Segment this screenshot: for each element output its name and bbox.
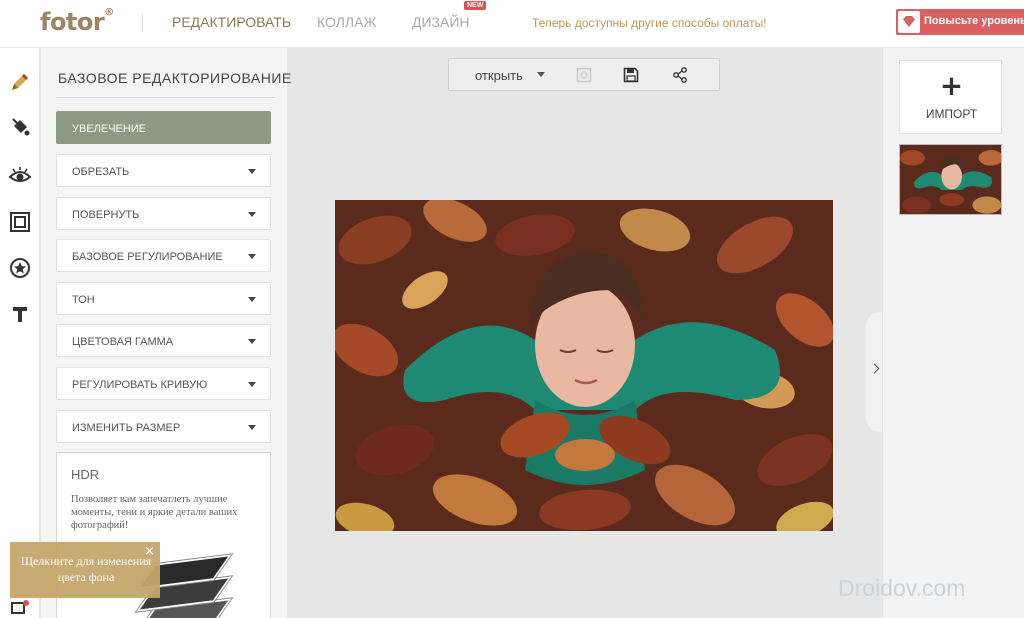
nav-collage-tab[interactable]: КОЛЛАЖ [317,14,376,30]
chevron-down-icon [248,169,256,174]
save-icon[interactable] [622,66,640,84]
chevron-down-icon [248,382,256,387]
chevron-down-icon [248,212,256,217]
menu-basic-adjust[interactable]: БАЗОВОЕ РЕГУЛИРОВАНИЕ [56,239,271,272]
import-label: ИМПОРТ [925,107,978,121]
nav-design-tab[interactable]: ДИЗАЙН [412,14,470,30]
background-color-tooltip: Щелкните для изменения цвета фона × [10,542,160,598]
new-badge: NEW [464,1,487,10]
menu-rotate-label: ПОВЕРНУТЬ [72,209,140,221]
menu-curves-label: РЕГУЛИРОВАТЬ КРИВУЮ [72,379,208,391]
hdr-title: HDR [71,467,100,482]
chevron-down-icon [248,254,256,259]
header-separator [142,14,143,32]
compare-icon[interactable] [575,66,593,84]
close-icon[interactable]: × [144,544,155,560]
menu-enhance[interactable]: УВЕЛЕЧЕНИЕ [56,111,271,144]
menu-tone-label: ТОН [72,294,95,306]
panel-divider [56,97,275,98]
chevron-down-icon [248,425,256,430]
menu-color-gamma[interactable]: ЦВЕТОВАЯ ГАММА [56,324,271,357]
top-header: fotor® РЕДАКТИРОВАТЬ КОЛЛАЖ ДИЗАЙН NEW Т… [0,0,1024,48]
fotor-logo[interactable]: fotor® [40,7,114,36]
import-button[interactable]: + ИМПОРТ [899,60,1002,134]
share-icon[interactable] [671,66,689,84]
chevron-down-icon [248,339,256,344]
hdr-description: Позволяет вам запечатлеть лучшие моменты… [71,494,238,531]
basic-edit-panel: БАЗОВОЕ РЕДАКТОРИРОВАНИЕ УВЕЛЕЧЕНИЕ ОБРЕ… [41,48,291,618]
nav-edit-tab[interactable]: РЕДАКТИРОВАТЬ [172,14,291,30]
diamond-icon [898,11,920,33]
frame-icon[interactable] [8,210,32,234]
menu-crop-label: ОБРЕЗАТЬ [72,166,130,178]
upgrade-label: Повысьте уровень [924,15,1024,27]
canvas-toolbar: открыть [448,58,720,91]
menu-curves[interactable]: РЕГУЛИРОВАТЬ КРИВУЮ [56,367,271,400]
menu-basic-adjust-label: БАЗОВОЕ РЕГУЛИРОВАНИЕ [72,251,223,263]
menu-crop[interactable]: ОБРЕЗАТЬ [56,154,271,187]
panel-title: БАЗОВОЕ РЕДАКТОРИРОВАНИЕ [58,70,292,86]
tooltip-text: Щелкните для изменения цвета фона [20,554,152,584]
text-icon[interactable] [8,302,32,326]
tool-rail [0,48,40,618]
menu-tone[interactable]: ТОН [56,282,271,315]
menu-color-gamma-label: ЦВЕТОВАЯ ГАММА [72,336,174,348]
menu-rotate[interactable]: ПОВЕРНУТЬ [56,197,271,230]
right-panel-toggle[interactable] [866,312,882,432]
images-panel: + ИМПОРТ [882,48,1024,618]
menu-enhance-label: УВЕЛЕЧЕНИЕ [72,123,147,135]
pencil-icon[interactable] [8,70,32,94]
main-photo-canvas[interactable] [335,200,833,531]
menu-resize-label: ИЗМЕНИТЬ РАЗМЕР [72,422,181,434]
chevron-right-icon [869,363,880,374]
upgrade-button[interactable]: Повысьте уровень [896,9,1024,35]
chevron-down-icon [248,297,256,302]
payment-promo-link[interactable]: Теперь доступны другие способы оплаты! [532,16,767,30]
eye-icon[interactable] [8,164,32,188]
chevron-down-icon[interactable] [537,72,545,77]
watermark: Droidov.com [838,575,966,601]
plus-icon: + [939,69,964,102]
open-button[interactable]: открыть [475,68,523,83]
sticker-star-icon[interactable] [8,256,32,280]
paint-bucket-icon[interactable] [8,116,32,140]
image-thumbnail[interactable] [899,144,1002,215]
menu-resize[interactable]: ИЗМЕНИТЬ РАЗМЕР [56,410,271,443]
